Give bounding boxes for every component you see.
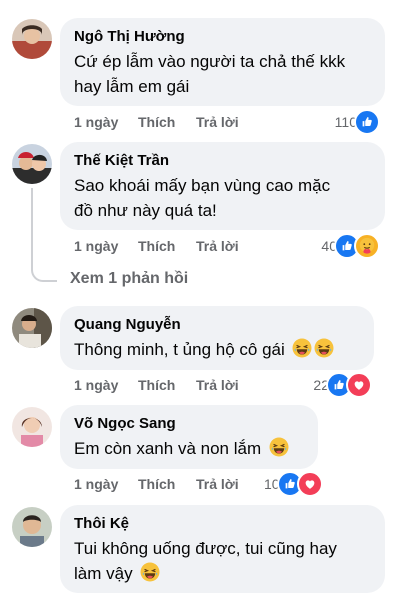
avatar[interactable] (12, 407, 52, 447)
laughing-emoji-icon (314, 338, 334, 365)
care-icon (354, 233, 380, 259)
comment-text: Em còn xanh và non lắm (74, 436, 304, 464)
view-replies-link[interactable]: Xem 1 phản hồi (70, 270, 188, 288)
like-button[interactable]: Thích (138, 474, 175, 494)
comment-text: Tui không uống được, tui cũng hay làm vậ… (74, 536, 371, 589)
like-button[interactable]: Thích (138, 375, 175, 395)
avatar[interactable] (12, 19, 52, 59)
comment-bubble: Thế Kiệt Trần Sao khoái mấy bạn vùng cao… (60, 142, 385, 230)
avatar[interactable] (12, 507, 52, 547)
avatar[interactable] (12, 308, 52, 348)
laughing-emoji-icon (292, 338, 312, 365)
comment-text: Cứ ép lẫm vào người ta chả thế kkk hay l… (74, 52, 346, 96)
grinning-squint-emoji-icon (140, 562, 160, 589)
timestamp[interactable]: 1 ngày (74, 236, 118, 256)
commenter-name[interactable]: Ngô Thị Hường (74, 27, 371, 46)
reaction-summary[interactable]: 10 (264, 471, 323, 497)
reaction-summary[interactable]: 110 (335, 109, 380, 135)
comment-bubble: Ngô Thị Hường Cứ ép lẫm vào người ta chả… (60, 18, 385, 106)
comment-text: Thông minh, t ủng hộ cô gái (74, 337, 360, 365)
laughing-emoji-icon (269, 437, 289, 464)
like-button[interactable]: Thích (138, 236, 175, 256)
comment-bubble: Võ Ngọc Sang Em còn xanh và non lắm (60, 405, 318, 469)
comment-text: Sao khoái mấy bạn vùng cao mặc đồ như nà… (74, 176, 331, 220)
like-button[interactable]: Thích (138, 112, 175, 132)
reply-button[interactable]: Trả lời (196, 112, 239, 132)
comment-bubble: Thôi Kệ Tui không uống được, tui cũng ha… (60, 505, 385, 593)
commenter-name[interactable]: Thế Kiệt Trần (74, 151, 371, 170)
reply-thread-line (31, 188, 57, 282)
commenter-name[interactable]: Thôi Kệ (74, 514, 371, 533)
reaction-summary[interactable]: 22 (313, 372, 372, 398)
reply-button[interactable]: Trả lời (196, 375, 239, 395)
reaction-summary[interactable]: 40 (321, 233, 380, 259)
comment-bubble: Quang Nguyễn Thông minh, t ủng hộ cô gái (60, 306, 374, 370)
like-icon (354, 109, 380, 135)
reply-button[interactable]: Trả lời (196, 236, 239, 256)
timestamp[interactable]: 1 ngày (74, 375, 118, 395)
avatar[interactable] (12, 144, 52, 184)
heart-icon (296, 471, 323, 497)
commenter-name[interactable]: Quang Nguyễn (74, 315, 360, 334)
timestamp[interactable]: 1 ngày (74, 112, 118, 132)
timestamp[interactable]: 1 ngày (74, 474, 118, 494)
heart-icon (346, 372, 372, 398)
reply-button[interactable]: Trả lời (196, 474, 239, 494)
commenter-name[interactable]: Võ Ngọc Sang (74, 414, 304, 433)
